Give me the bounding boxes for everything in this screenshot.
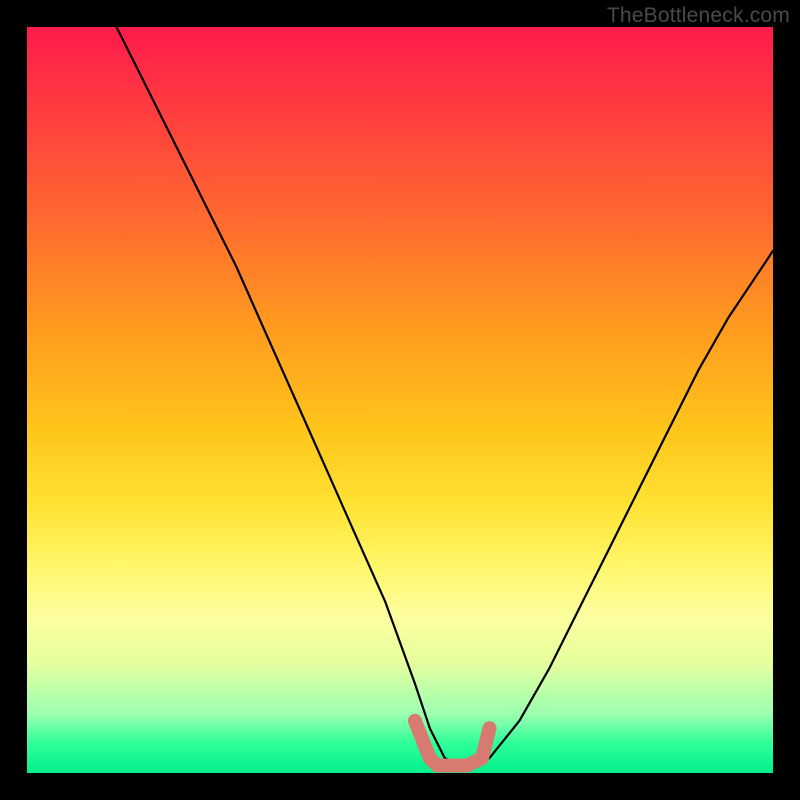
plot-area (27, 27, 773, 773)
bottleneck-curve (117, 27, 774, 766)
flat-bottom-marker (415, 721, 490, 766)
curve-svg (27, 27, 773, 773)
chart-frame: TheBottleneck.com (0, 0, 800, 800)
watermark-text: TheBottleneck.com (607, 4, 790, 28)
